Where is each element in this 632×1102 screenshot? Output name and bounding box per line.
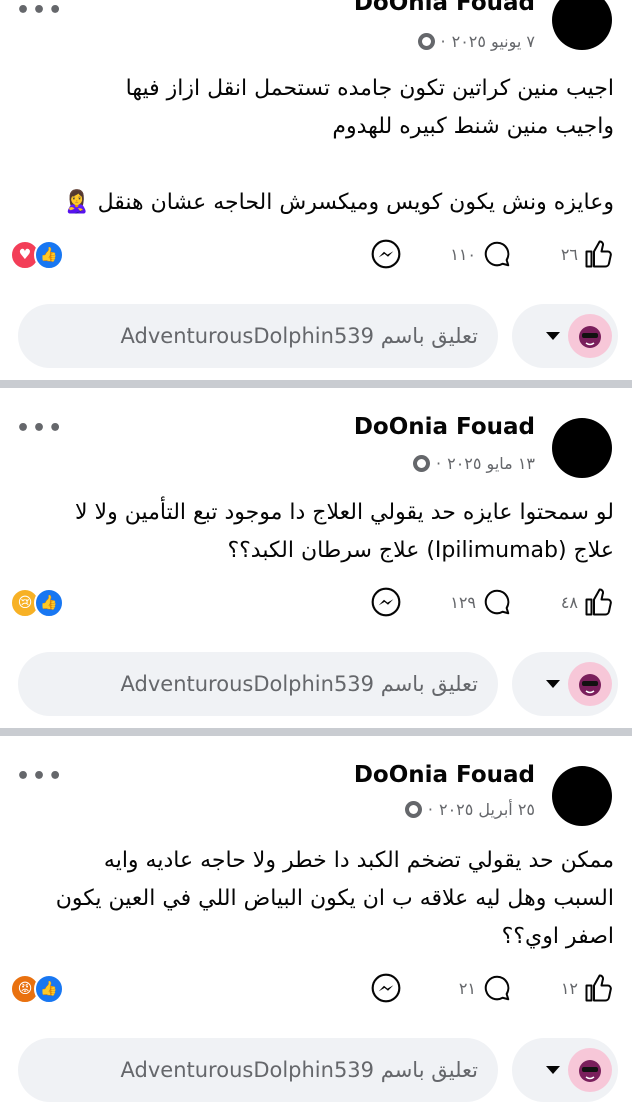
messenger-share-button[interactable] bbox=[370, 582, 402, 622]
like-count: ٢٦ bbox=[560, 244, 578, 264]
post-author[interactable]: DoOnia Fouad bbox=[354, 414, 535, 440]
commenter-avatar bbox=[568, 314, 612, 358]
messenger-share-icon bbox=[371, 239, 401, 269]
comment-input[interactable]: تعليق باسم AdventurousDolphin539 bbox=[18, 1038, 498, 1102]
like-thumb-icon bbox=[585, 588, 612, 616]
more-options-icon[interactable]: ••• bbox=[16, 418, 64, 440]
post-3: ••• DoOnia Fouad ٢٥ أبريل ٢٠٢٥ · ممكن حد… bbox=[0, 736, 632, 1102]
comment-bubble-icon bbox=[484, 975, 510, 1001]
meta-dot: · bbox=[427, 800, 433, 819]
comment-count: ١١٠ bbox=[450, 244, 476, 264]
post-line: وعايزه ونش يكون كويس وميكسرش الحاجه عشان… bbox=[63, 190, 614, 215]
post-date[interactable]: ٢٥ أبريل ٢٠٢٥ bbox=[439, 800, 535, 819]
reaction-summary[interactable]: 👍 ♥ bbox=[10, 240, 64, 270]
messenger-share-icon bbox=[371, 587, 401, 617]
avatar[interactable] bbox=[552, 418, 612, 478]
post-line: ممكن حد يقولي تضخم الكبد دا خطر ولا حاجه… bbox=[103, 848, 614, 873]
post-text: اجيب منين كراتين تكون جامده تستحمل انقل … bbox=[14, 70, 614, 222]
comment-identity-switcher[interactable] bbox=[512, 304, 618, 368]
like-thumb-icon bbox=[585, 974, 612, 1002]
post-line: علاج (Ipilimumab) علاج سرطان الكبد؟؟ bbox=[227, 538, 614, 563]
messenger-share-button[interactable] bbox=[370, 968, 402, 1008]
comment-button[interactable]: ١٢٩ bbox=[450, 582, 512, 622]
post-author[interactable]: DoOnia Fouad bbox=[354, 762, 535, 788]
reaction-summary[interactable]: 👍 😡 bbox=[10, 974, 64, 1004]
post-line: اصفر اوي؟؟ bbox=[501, 924, 614, 949]
post-line: السبب وهل ليه علاقه ب ان يكون البياض الل… bbox=[55, 886, 614, 911]
post-date[interactable]: ١٣ مايو ٢٠٢٥ bbox=[447, 454, 535, 473]
post-1: ••• DoOnia Fouad ٧ يونيو ٢٠٢٥ · اجيب مني… bbox=[0, 0, 632, 375]
post-date[interactable]: ٧ يونيو ٢٠٢٥ bbox=[452, 32, 535, 51]
comment-identity-switcher[interactable] bbox=[512, 1038, 618, 1102]
meta-dot: · bbox=[436, 454, 442, 473]
like-count: ٤٨ bbox=[560, 592, 578, 612]
post-separator bbox=[0, 380, 632, 388]
privacy-globe-icon bbox=[413, 455, 430, 472]
messenger-share-button[interactable] bbox=[370, 234, 402, 274]
post-meta: ١٣ مايو ٢٠٢٥ · bbox=[413, 454, 535, 473]
comment-identity-switcher[interactable] bbox=[512, 652, 618, 716]
post-separator bbox=[0, 728, 632, 736]
post-line: اجيب منين كراتين تكون جامده تستحمل انقل … bbox=[125, 76, 614, 101]
post-actions: ٢٦ ١١٠ 👍 ♥ bbox=[0, 234, 632, 274]
avatar[interactable] bbox=[552, 0, 612, 50]
post-author[interactable]: DoOnia Fouad bbox=[354, 0, 535, 16]
post-actions: ١٢ ٢١ 👍 😡 bbox=[0, 968, 632, 1008]
post-line: لو سمحتوا عايزه حد يقولي العلاج دا موجود… bbox=[75, 500, 614, 525]
comment-bubble-icon bbox=[484, 589, 510, 615]
like-reaction-icon: 👍 bbox=[34, 588, 64, 618]
like-reaction-icon: 👍 bbox=[34, 974, 64, 1004]
post-2: ••• DoOnia Fouad ١٣ مايو ٢٠٢٥ · لو سمحتو… bbox=[0, 388, 632, 728]
chevron-down-icon bbox=[546, 1066, 560, 1074]
like-reaction-icon: 👍 bbox=[34, 240, 64, 270]
privacy-globe-icon bbox=[404, 801, 422, 818]
meta-dot: · bbox=[440, 32, 446, 51]
post-line: واجيب منين شنط كبيره للهدوم bbox=[332, 114, 614, 139]
comment-button[interactable]: ١١٠ bbox=[450, 234, 512, 274]
post-line bbox=[14, 146, 614, 184]
post-actions: ٤٨ ١٢٩ 👍 😢 bbox=[0, 582, 632, 622]
comment-input[interactable]: تعليق باسم AdventurousDolphin539 bbox=[18, 652, 498, 716]
like-thumb-icon bbox=[585, 240, 612, 268]
more-options-icon[interactable]: ••• bbox=[16, 766, 64, 788]
post-text: لو سمحتوا عايزه حد يقولي العلاج دا موجود… bbox=[14, 494, 614, 570]
comment-count: ١٢٩ bbox=[450, 592, 476, 612]
post-meta: ٢٥ أبريل ٢٠٢٥ · bbox=[404, 800, 535, 819]
comment-button[interactable]: ٢١ bbox=[459, 968, 512, 1008]
like-button[interactable]: ٤٨ bbox=[561, 582, 614, 622]
comment-count: ٢١ bbox=[458, 978, 476, 998]
like-count: ١٢ bbox=[560, 978, 578, 998]
privacy-globe-icon bbox=[417, 33, 435, 50]
comment-bar: تعليق باسم AdventurousDolphin539 bbox=[18, 1038, 618, 1102]
chevron-down-icon bbox=[546, 680, 560, 688]
commenter-avatar bbox=[568, 662, 612, 706]
messenger-share-icon bbox=[371, 973, 401, 1003]
more-options-icon[interactable]: ••• bbox=[16, 0, 64, 22]
comment-input[interactable]: تعليق باسم AdventurousDolphin539 bbox=[18, 304, 498, 368]
commenter-avatar bbox=[568, 1048, 612, 1092]
reaction-summary[interactable]: 👍 😢 bbox=[10, 588, 64, 618]
like-button[interactable]: ١٢ bbox=[561, 968, 614, 1008]
like-button[interactable]: ٢٦ bbox=[561, 234, 614, 274]
comment-bar: تعليق باسم AdventurousDolphin539 bbox=[18, 304, 618, 368]
avatar[interactable] bbox=[552, 766, 612, 826]
post-text: ممكن حد يقولي تضخم الكبد دا خطر ولا حاجه… bbox=[14, 842, 614, 956]
comment-bar: تعليق باسم AdventurousDolphin539 bbox=[18, 652, 618, 716]
chevron-down-icon bbox=[546, 332, 560, 340]
post-meta: ٧ يونيو ٢٠٢٥ · bbox=[417, 32, 535, 51]
comment-bubble-icon bbox=[484, 241, 510, 267]
